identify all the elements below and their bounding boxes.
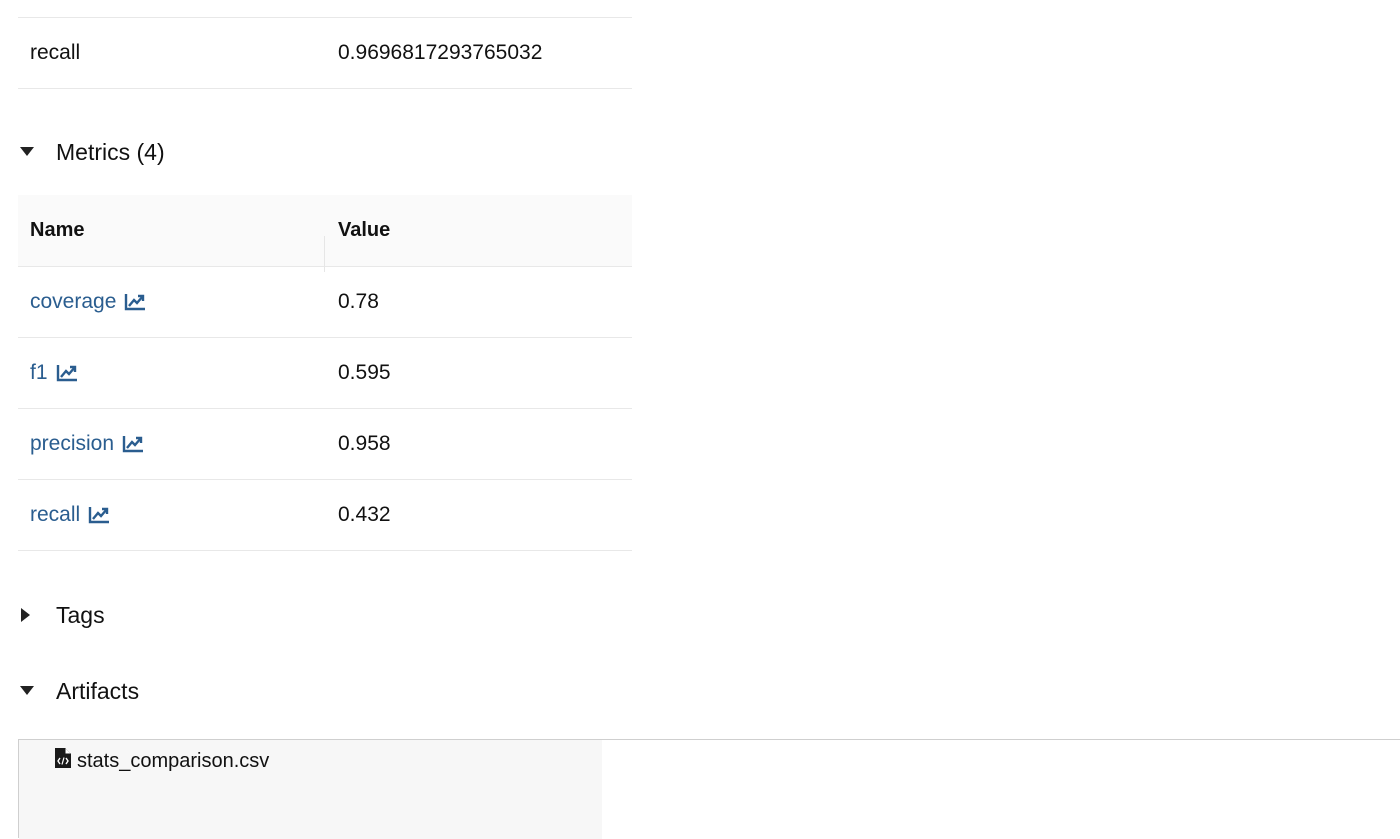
tags-section-title: Tags xyxy=(56,601,105,628)
metric-value: 0.595 xyxy=(338,361,391,384)
metric-link-recall[interactable]: recall xyxy=(30,503,110,527)
line-chart-icon xyxy=(124,293,146,311)
metric-value: 0.78 xyxy=(338,290,379,313)
column-header-name[interactable]: Name xyxy=(18,219,325,272)
metric-name-cell: coverage xyxy=(18,290,325,314)
caret-down-icon xyxy=(18,686,56,696)
column-header-value[interactable]: Value xyxy=(325,219,632,242)
parameter-row: recall 0.9696817293765032 xyxy=(18,18,632,89)
parameters-table: recall 0.9696817293765032 xyxy=(18,17,632,89)
metric-value: 0.958 xyxy=(338,432,391,455)
tags-section-toggle[interactable]: Tags xyxy=(18,600,1400,630)
metric-name: coverage xyxy=(30,290,117,313)
parameter-value: 0.9696817293765032 xyxy=(338,41,543,64)
metric-name: recall xyxy=(30,503,81,526)
metric-row-coverage: coverage 0.78 xyxy=(18,267,632,338)
metrics-section-title: Metrics (4) xyxy=(56,138,165,165)
metric-value: 0.432 xyxy=(338,503,391,526)
artifacts-panel: stats_comparison.csv xyxy=(18,739,1400,839)
artifact-file-name: stats_comparison.csv xyxy=(77,749,270,772)
artifacts-section-toggle[interactable]: Artifacts xyxy=(18,676,1400,706)
file-code-icon xyxy=(55,748,71,774)
metrics-table: Name Value coverage 0.78 f1 0.595 precis… xyxy=(18,195,632,551)
metric-link-f1[interactable]: f1 xyxy=(30,361,78,385)
artifact-file-tree: stats_comparison.csv xyxy=(19,740,602,839)
metric-link-precision[interactable]: precision xyxy=(30,432,144,456)
caret-down-icon xyxy=(18,147,56,157)
metric-name: precision xyxy=(30,432,115,455)
metric-name: f1 xyxy=(30,361,48,384)
metrics-table-header: Name Value xyxy=(18,195,632,272)
metric-row-recall: recall 0.432 xyxy=(18,480,632,551)
line-chart-icon xyxy=(56,364,78,382)
artifacts-section-title: Artifacts xyxy=(56,677,140,704)
run-details: recall 0.9696817293765032 Metrics (4) Na… xyxy=(18,0,1400,706)
metric-name-cell: precision xyxy=(18,432,325,456)
artifact-file-item[interactable]: stats_comparison.csv xyxy=(55,748,269,774)
line-chart-icon xyxy=(88,506,110,524)
metric-name-cell: f1 xyxy=(18,361,325,385)
metrics-section-toggle[interactable]: Metrics (4) xyxy=(18,137,1400,167)
metric-name-cell: recall xyxy=(18,503,325,527)
metric-row-f1: f1 0.595 xyxy=(18,338,632,409)
parameter-name: recall xyxy=(30,41,81,64)
metric-link-coverage[interactable]: coverage xyxy=(30,290,146,314)
metric-row-precision: precision 0.958 xyxy=(18,409,632,480)
line-chart-icon xyxy=(122,435,144,453)
caret-right-icon xyxy=(18,608,56,622)
